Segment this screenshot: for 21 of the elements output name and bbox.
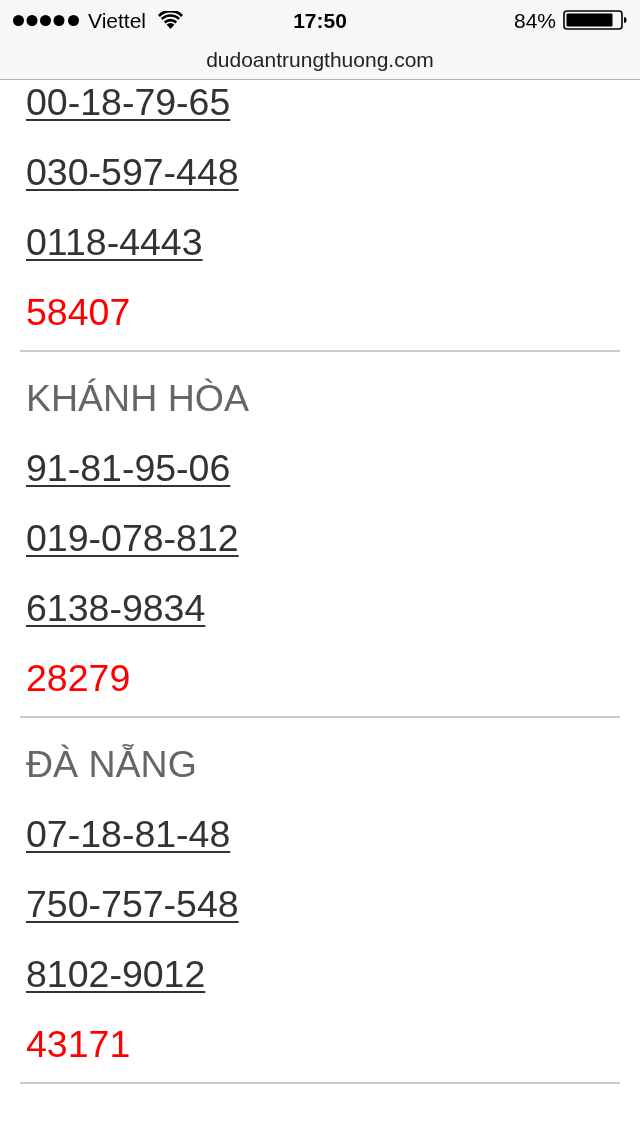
wifi-icon	[158, 11, 183, 29]
address-url[interactable]: dudoantrungthuong.com	[206, 49, 434, 70]
prediction-link[interactable]: 8102-9012	[26, 956, 206, 994]
prediction-link[interactable]: 6138-9834	[26, 590, 206, 628]
special-prize-number: 43171	[26, 1026, 131, 1064]
prediction-link[interactable]: 750-757-548	[26, 886, 239, 924]
prediction-link[interactable]: 030-597-448	[26, 154, 239, 192]
prediction-link[interactable]: 0118-4443	[26, 224, 203, 262]
province-heading: ĐÀ NẴNG	[26, 746, 197, 784]
prediction-link[interactable]: 91-81-95-06	[26, 450, 231, 488]
battery-percent: 84%	[513, 9, 556, 31]
special-prize-number: 58407	[26, 294, 131, 332]
clock-time: 17:50	[293, 9, 347, 31]
signal-icon	[13, 14, 79, 26]
prediction-link[interactable]: 00-18-79-65	[26, 84, 231, 122]
special-prize-number: 28279	[26, 660, 131, 698]
prediction-link[interactable]: 019-078-812	[26, 520, 239, 558]
province-heading: KHÁNH HÒA	[26, 380, 249, 418]
battery-icon	[563, 10, 627, 30]
prediction-link[interactable]: 07-18-81-48	[26, 816, 231, 854]
carrier-name: Viettel	[88, 9, 146, 31]
